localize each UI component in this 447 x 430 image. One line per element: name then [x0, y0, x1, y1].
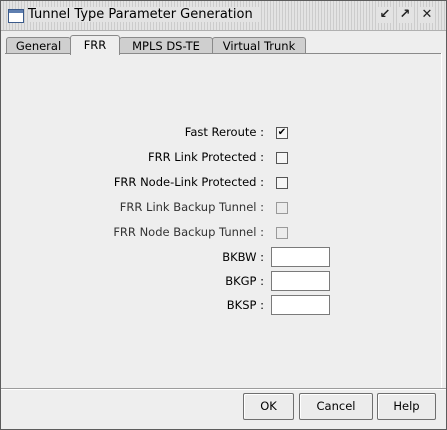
bksp-field[interactable]: [271, 295, 330, 315]
close-icon[interactable]: ✕: [419, 7, 435, 23]
frr-node-backup-tunnel-checkbox[interactable]: [276, 227, 288, 239]
bksp-row: BKSP :: [1, 295, 446, 315]
frr-link-backup-tunnel-checkbox[interactable]: [276, 202, 288, 214]
window-icon: [8, 9, 24, 23]
minimize-icon[interactable]: ↙: [377, 7, 393, 23]
tab-frr[interactable]: FRR: [70, 35, 120, 55]
dialog-window: Tunnel Type Parameter Generation ↙ ↗ ✕ G…: [0, 0, 447, 430]
frr-node-link-protected-row: FRR Node-Link Protected :: [1, 172, 446, 192]
tab-general[interactable]: General: [6, 37, 71, 54]
cancel-button[interactable]: Cancel: [299, 393, 373, 420]
bkbw-row: BKBW :: [1, 247, 446, 267]
tab-mpls-ds-te[interactable]: MPLS DS-TE: [119, 37, 213, 54]
fast-reroute-checkbox[interactable]: ✔: [276, 127, 288, 139]
window-title: Tunnel Type Parameter Generation: [28, 7, 259, 22]
ok-button[interactable]: OK: [243, 393, 294, 420]
frr-node-backup-tunnel-label: FRR Node Backup Tunnel :: [113, 225, 264, 239]
frr-link-protected-label: FRR Link Protected :: [147, 150, 264, 164]
maximize-icon[interactable]: ↗: [397, 7, 413, 23]
help-button[interactable]: Help: [377, 393, 436, 420]
frr-node-backup-tunnel-row: FRR Node Backup Tunnel :: [1, 222, 446, 242]
frr-node-link-protected-label: FRR Node-Link Protected :: [113, 175, 264, 189]
title-bar[interactable]: Tunnel Type Parameter Generation ↙ ↗ ✕: [1, 1, 446, 31]
fast-reroute-label: Fast Reroute :: [184, 125, 264, 139]
button-bar-divider-highlight: [1, 389, 446, 390]
frr-node-link-protected-checkbox[interactable]: [276, 177, 288, 189]
bkbw-label: BKBW :: [222, 250, 264, 264]
tab-virtual-trunk[interactable]: Virtual Trunk: [212, 37, 306, 54]
bkgp-label: BKGP :: [225, 274, 264, 288]
frr-link-backup-tunnel-row: FRR Link Backup Tunnel :: [1, 197, 446, 217]
frr-link-backup-tunnel-label: FRR Link Backup Tunnel :: [119, 200, 264, 214]
bkgp-field[interactable]: [271, 271, 330, 291]
bksp-label: BKSP :: [226, 298, 264, 312]
frr-link-protected-checkbox[interactable]: [276, 152, 288, 164]
bkgp-row: BKGP :: [1, 271, 446, 291]
fast-reroute-row: Fast Reroute : ✔: [1, 122, 446, 142]
frr-link-protected-row: FRR Link Protected :: [1, 147, 446, 167]
bkbw-field[interactable]: [271, 247, 330, 267]
tab-panel-edge: [441, 53, 442, 388]
